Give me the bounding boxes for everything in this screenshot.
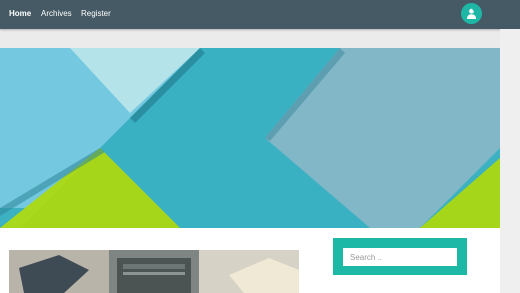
post-thumbnail-image[interactable] xyxy=(9,250,299,293)
search-input[interactable] xyxy=(343,248,457,266)
search-widget xyxy=(333,238,467,275)
user-avatar-button[interactable] xyxy=(461,3,482,24)
top-navbar: Home Archives Register xyxy=(0,0,520,29)
scrollbar-track[interactable] xyxy=(500,29,520,293)
nav-link-archives[interactable]: Archives xyxy=(41,9,72,19)
hero-banner-image xyxy=(0,48,500,228)
nav-link-register[interactable]: Register xyxy=(81,9,111,19)
user-avatar-icon xyxy=(467,8,476,19)
nav-link-home[interactable]: Home xyxy=(9,9,31,19)
